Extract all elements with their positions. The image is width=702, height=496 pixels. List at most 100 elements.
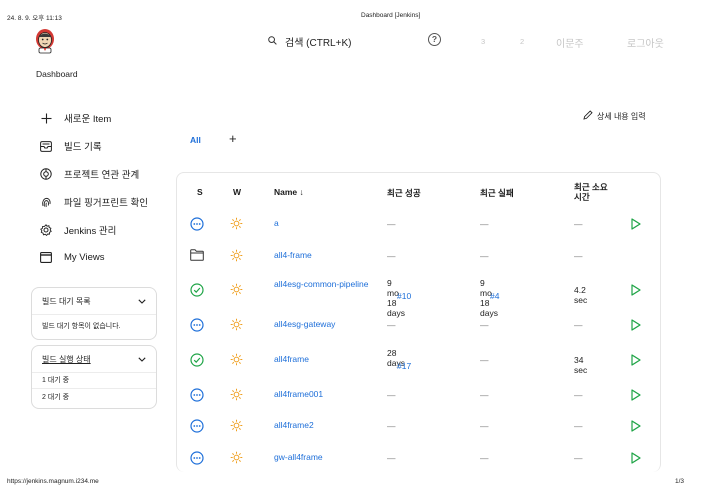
sidebar-item-project-relationship[interactable]: 프로젝트 연관 관계 bbox=[40, 167, 139, 181]
schedule-build-play-icon[interactable] bbox=[631, 284, 641, 298]
weather-sunny-icon bbox=[230, 283, 243, 298]
last-failure-cell: — bbox=[480, 453, 489, 463]
job-name-link[interactable]: all4esg-gateway bbox=[274, 320, 369, 329]
schedule-build-play-icon[interactable] bbox=[631, 420, 641, 434]
fingerprint-icon bbox=[40, 196, 52, 208]
breadcrumb[interactable]: Dashboard bbox=[36, 69, 78, 79]
print-url: https://jenkins.magnum.i234.me bbox=[7, 478, 99, 485]
sidebar-item-label: Jenkins 관리 bbox=[64, 226, 117, 237]
last-success-build-link[interactable]: #10 bbox=[397, 291, 411, 301]
weather-sunny-icon bbox=[230, 388, 243, 403]
chevron-down-icon[interactable] bbox=[138, 355, 146, 364]
sidebar-item-label: 파일 핑거프린트 확인 bbox=[64, 198, 148, 209]
edit-description-label: 상세 내용 입력 bbox=[597, 111, 646, 121]
weather-sunny-icon bbox=[230, 451, 243, 466]
weather-sunny-icon bbox=[230, 318, 243, 333]
column-header-status[interactable]: S bbox=[197, 187, 203, 197]
sidebar-item-new-item[interactable]: 새로운 Item bbox=[40, 111, 111, 125]
notification-count-b[interactable]: 2 bbox=[520, 37, 524, 46]
job-name-link[interactable]: all4frame2 bbox=[274, 421, 369, 430]
sidebar-item-build-history[interactable]: 빌드 기록 bbox=[40, 139, 102, 153]
search-label: 검색 (CTRL+K) bbox=[285, 38, 352, 49]
folder-status-icon bbox=[190, 249, 204, 263]
last-failure-cell: — bbox=[480, 219, 489, 229]
job-name-link[interactable]: gw-all4frame bbox=[274, 453, 369, 462]
last-duration-cell: — bbox=[574, 219, 583, 229]
column-header-last-duration[interactable]: 최근 소요 시간 bbox=[574, 182, 610, 202]
job-name-link[interactable]: a bbox=[274, 219, 369, 228]
search-icon bbox=[268, 35, 277, 48]
schedule-build-play-icon[interactable] bbox=[631, 389, 641, 403]
edit-description-link[interactable]: 상세 내용 입력 bbox=[583, 110, 646, 122]
last-success-build-link[interactable]: #17 bbox=[397, 361, 411, 371]
pending-status-icon bbox=[190, 419, 204, 435]
executors-header[interactable]: 빌드 실행 상태 bbox=[32, 346, 156, 372]
add-view-button[interactable]: + bbox=[229, 131, 237, 146]
last-duration-cell: 4.2 sec bbox=[574, 285, 588, 305]
user-link[interactable]: 이문주 bbox=[556, 35, 584, 50]
build-queue-title: 빌드 대기 목록 bbox=[42, 296, 91, 306]
executor-row: 2 대기 중 bbox=[32, 388, 156, 408]
last-failure-cell: — bbox=[480, 390, 489, 400]
last-duration-cell: — bbox=[574, 320, 583, 330]
last-failure-cell: — bbox=[480, 320, 489, 330]
sidebar-item-fingerprint[interactable]: 파일 핑거프린트 확인 bbox=[40, 195, 148, 209]
column-header-weather[interactable]: W bbox=[233, 187, 241, 197]
last-failure-cell: — bbox=[480, 421, 489, 431]
sidebar-item-my-views[interactable]: My Views bbox=[40, 251, 104, 263]
weather-sunny-icon bbox=[230, 419, 243, 434]
build-queue-header[interactable]: 빌드 대기 목록 bbox=[32, 288, 156, 314]
last-duration-cell: 34 sec bbox=[574, 355, 588, 375]
schedule-build-play-icon[interactable] bbox=[631, 452, 641, 466]
schedule-build-play-icon[interactable] bbox=[631, 218, 641, 232]
last-success-cell: — bbox=[387, 219, 396, 229]
schedule-build-play-icon[interactable] bbox=[631, 319, 641, 333]
sidebar-item-label: 프로젝트 연관 관계 bbox=[64, 170, 140, 181]
last-duration-cell: — bbox=[574, 390, 583, 400]
executors-title[interactable]: 빌드 실행 상태 bbox=[42, 354, 91, 365]
job-name-link[interactable]: all4-frame bbox=[274, 251, 369, 260]
sidebar-item-manage-jenkins[interactable]: Jenkins 관리 bbox=[40, 223, 116, 237]
build-queue-panel: 빌드 대기 목록 빌드 대기 항목이 없습니다. bbox=[31, 287, 157, 340]
schedule-build-play-icon[interactable] bbox=[631, 354, 641, 368]
sidebar-item-label: My Views bbox=[64, 251, 105, 263]
last-success-cell: — bbox=[387, 421, 396, 431]
window-icon bbox=[40, 251, 52, 263]
pencil-icon bbox=[583, 110, 593, 122]
last-failure-build-link[interactable]: #4 bbox=[490, 291, 499, 301]
pending-status-icon bbox=[190, 318, 204, 334]
last-success-cell: — bbox=[387, 453, 396, 463]
tab-all[interactable]: All bbox=[190, 135, 201, 145]
help-icon[interactable]: ? bbox=[428, 33, 441, 46]
sidebar-item-label: 새로운 Item bbox=[64, 114, 112, 125]
search-box[interactable]: 검색 (CTRL+K) bbox=[268, 34, 351, 49]
weather-sunny-icon bbox=[230, 217, 243, 232]
job-name-link[interactable]: all4esg-common-pipeline bbox=[274, 280, 369, 289]
logout-link[interactable]: 로그아웃 bbox=[627, 35, 664, 50]
success-status-icon bbox=[190, 283, 204, 299]
pending-status-icon bbox=[190, 451, 204, 467]
weather-sunny-icon bbox=[230, 353, 243, 368]
last-duration-cell: — bbox=[574, 421, 583, 431]
last-duration-cell: — bbox=[574, 453, 583, 463]
column-header-name[interactable]: Name ↓ bbox=[274, 187, 304, 197]
last-success-cell: — bbox=[387, 390, 396, 400]
job-name-link[interactable]: all4frame bbox=[274, 355, 369, 364]
last-success-cell: — bbox=[387, 251, 396, 261]
success-status-icon bbox=[190, 353, 204, 369]
build-queue-empty: 빌드 대기 항목이 없습니다. bbox=[32, 314, 156, 339]
chevron-down-icon[interactable] bbox=[138, 297, 146, 306]
pending-status-icon bbox=[190, 388, 204, 404]
column-header-last-failure[interactable]: 최근 실패 bbox=[480, 187, 514, 199]
last-failure-cell: — bbox=[480, 355, 489, 365]
weather-sunny-icon bbox=[230, 249, 243, 264]
notification-count-a[interactable]: 3 bbox=[481, 37, 485, 46]
print-page-number: 1/3 bbox=[675, 478, 685, 485]
print-datetime: 24. 8. 9. 오후 11:13 bbox=[7, 15, 62, 22]
plus-icon bbox=[40, 112, 52, 124]
last-success-cell: — bbox=[387, 320, 396, 330]
job-name-link[interactable]: all4frame001 bbox=[274, 390, 369, 399]
column-header-last-success[interactable]: 최근 성공 bbox=[387, 187, 421, 199]
inbox-icon bbox=[40, 140, 52, 152]
jenkins-logo[interactable] bbox=[34, 28, 56, 54]
